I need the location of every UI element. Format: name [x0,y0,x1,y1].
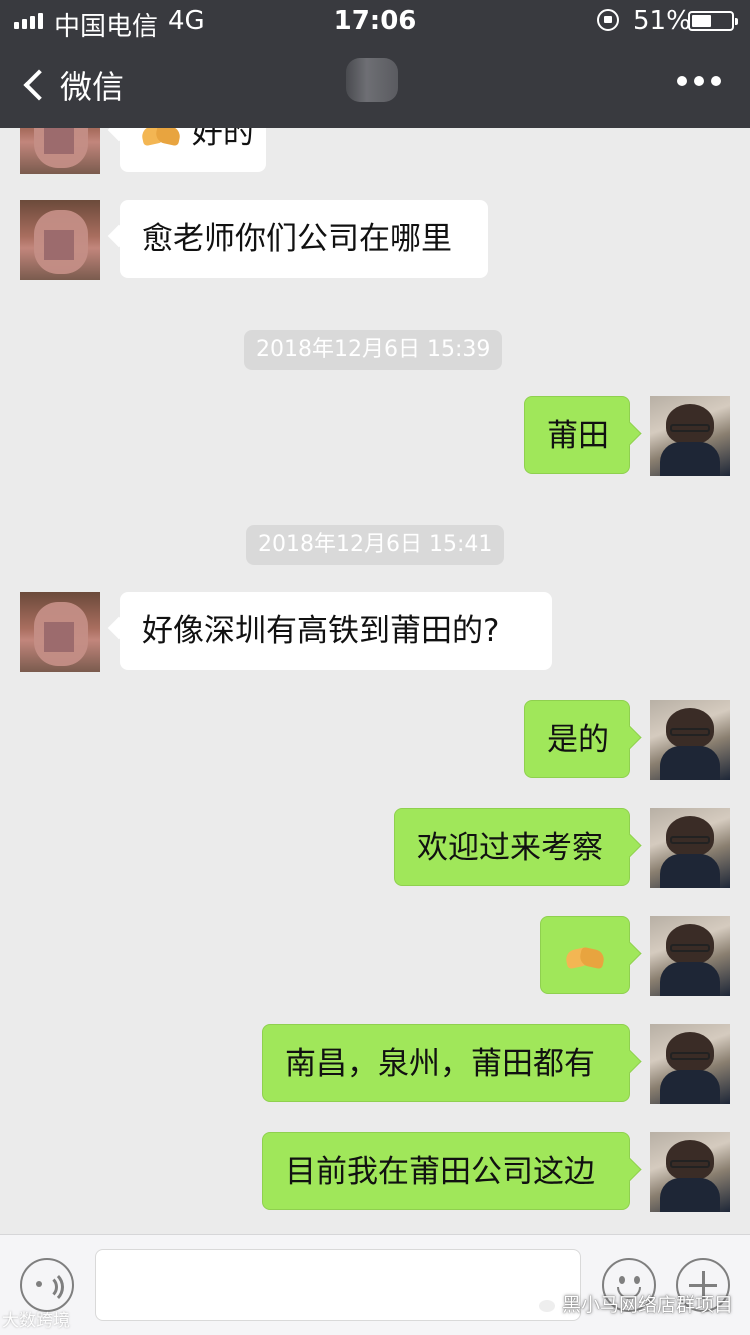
message-text: 莆田 [547,418,609,454]
contact-avatar[interactable] [20,200,100,280]
message-text: 好像深圳有高铁到莆田的? [142,613,500,649]
more-options-icon[interactable] [677,76,721,86]
watermark-right: 黑小马网络店群项目 [530,1290,733,1317]
my-avatar[interactable] [650,808,730,888]
message-text: 欢迎过来考察 [417,830,603,866]
my-avatar[interactable] [650,916,730,996]
message-text: 目前我在莆田公司这边 [285,1154,595,1190]
message-timestamp: 2018年12月6日 15:41 [246,525,505,565]
contact-name [346,58,398,102]
wechat-logo-icon [530,1293,556,1314]
chat-header: 微信 [0,42,750,128]
my-avatar[interactable] [650,1024,730,1104]
chevron-left-icon [23,69,55,101]
message-bubble[interactable]: 目前我在莆田公司这边 [262,1132,630,1210]
watermark-right-text: 黑小马网络店群项目 [562,1294,734,1316]
contact-avatar[interactable] [20,128,100,174]
my-avatar[interactable] [650,700,730,780]
message-text: 愈老师你们公司在哪里 [142,221,452,257]
message-bubble[interactable]: 愈老师你们公司在哪里 [120,200,488,278]
battery-percent: 51% [633,6,691,36]
back-button[interactable]: 微信 [18,60,124,110]
handshake-emoji-icon [142,128,182,148]
message-timestamp: 2018年12月6日 15:39 [244,330,503,370]
contact-avatar[interactable] [20,592,100,672]
watermark-left: 大数跨境 [2,1311,70,1331]
input-bar [0,1234,750,1335]
message-input[interactable] [95,1249,581,1321]
message-bubble[interactable]: 好像深圳有高铁到莆田的? [120,592,552,670]
message-bubble[interactable]: 南昌，泉州，莆田都有 [262,1024,630,1102]
status-bar: 中国电信 4G 17:06 51% [0,0,750,42]
my-avatar[interactable] [650,1132,730,1212]
voice-input-icon[interactable] [20,1258,74,1312]
back-label: 微信 [60,68,125,106]
chat-area[interactable]: 好的 愈老师你们公司在哪里 2018年12月6日 15:39 莆田 2018年1… [0,128,750,1234]
message-bubble[interactable] [540,916,630,994]
message-text: 南昌，泉州，莆田都有 [285,1046,595,1082]
my-avatar[interactable] [650,396,730,476]
message-bubble[interactable]: 欢迎过来考察 [394,808,630,886]
message-text: 好的 [191,128,254,151]
message-bubble[interactable]: 好的 [120,128,266,172]
battery-icon [688,11,738,31]
handshake-emoji-icon [566,945,606,971]
message-text: 是的 [547,722,609,758]
message-bubble[interactable]: 是的 [524,700,630,778]
rotation-lock-icon [597,9,619,31]
message-bubble[interactable]: 莆田 [524,396,630,474]
